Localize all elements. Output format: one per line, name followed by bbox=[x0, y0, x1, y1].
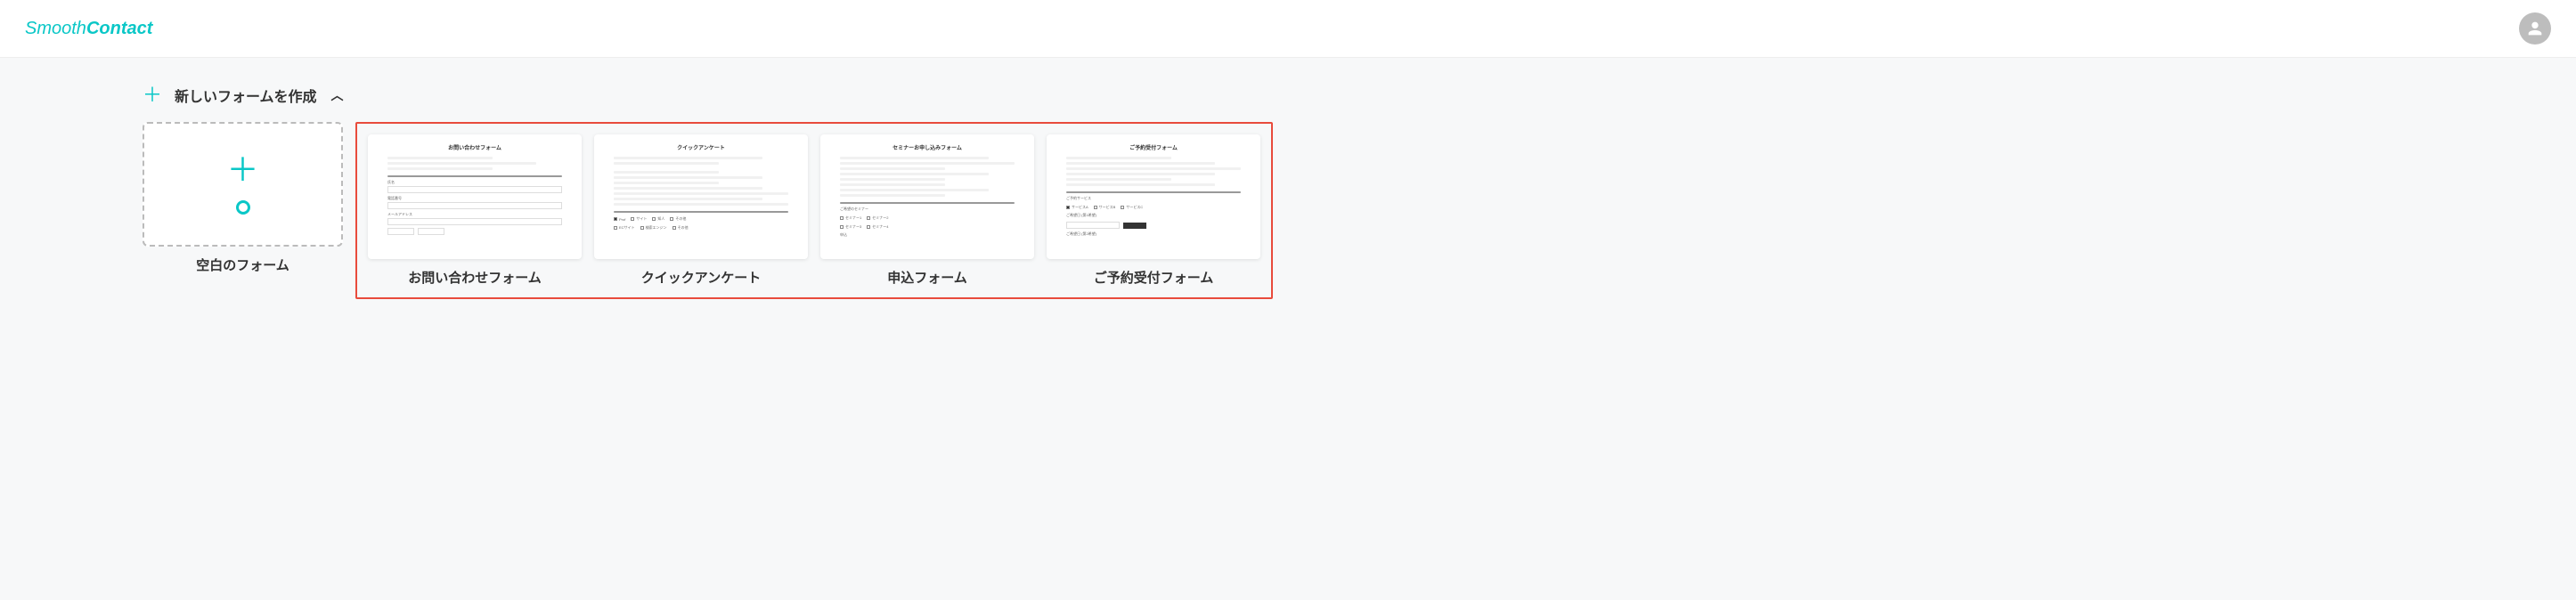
main-content: ＋ 新しいフォームを作成 ︿ ＋ 空白のフォーム お問い合わせフォーム 氏名 bbox=[0, 58, 2576, 335]
template-item-reservation: ご予約受付フォーム ご予約サービス サービスA サービスB サービスC ご希望日… bbox=[1047, 134, 1260, 287]
app-logo[interactable]: SmoothContact bbox=[25, 19, 152, 39]
template-thumb-contact[interactable]: お問い合わせフォーム 氏名 電話番号 メールアドレス bbox=[368, 134, 582, 259]
section-title-text: 新しいフォームを作成 bbox=[175, 85, 317, 106]
template-item-application: セミナーお申し込みフォーム ご希望のセミナー セミナー1 セミナー2 bbox=[820, 134, 1034, 287]
user-avatar[interactable] bbox=[2519, 12, 2551, 45]
template-label: 申込フォーム bbox=[820, 268, 1034, 287]
thumb-title: セミナーお申し込みフォーム bbox=[840, 143, 1015, 151]
plus-icon: ＋ bbox=[226, 154, 258, 186]
blank-form-card[interactable]: ＋ bbox=[143, 122, 343, 247]
template-label: クイックアンケート bbox=[594, 268, 808, 287]
plus-icon: ＋ bbox=[143, 85, 162, 105]
template-thumb-reservation[interactable]: ご予約受付フォーム ご予約サービス サービスA サービスB サービスC ご希望日… bbox=[1047, 134, 1260, 259]
blank-form-label: 空白のフォーム bbox=[143, 255, 343, 274]
logo-text-1: Smooth bbox=[25, 19, 86, 38]
user-icon bbox=[2525, 19, 2545, 38]
template-item-contact: お問い合わせフォーム 氏名 電話番号 メールアドレス お問い合わせフォーム bbox=[368, 134, 582, 287]
template-label: お問い合わせフォーム bbox=[368, 268, 582, 287]
template-thumb-survey[interactable]: クイックアンケート Prof サイト 知人 bbox=[594, 134, 808, 259]
logo-text-2: Contact bbox=[86, 19, 152, 38]
templates-highlighted-box: お問い合わせフォーム 氏名 電話番号 メールアドレス お問い合わせフォーム bbox=[355, 122, 1273, 299]
radio-selected-icon bbox=[236, 200, 250, 215]
template-cards-row: ＋ 空白のフォーム お問い合わせフォーム 氏名 電話番号 メールアドレス bbox=[143, 122, 2433, 299]
template-thumb-application[interactable]: セミナーお申し込みフォーム ご希望のセミナー セミナー1 セミナー2 bbox=[820, 134, 1034, 259]
app-header: SmoothContact bbox=[0, 0, 2576, 58]
thumb-title: お問い合わせフォーム bbox=[387, 143, 562, 151]
thumb-title: ご予約受付フォーム bbox=[1066, 143, 1241, 151]
thumb-title: クイックアンケート bbox=[614, 143, 788, 151]
template-item-survey: クイックアンケート Prof サイト 知人 bbox=[594, 134, 808, 287]
template-label: ご予約受付フォーム bbox=[1047, 268, 1260, 287]
chevron-up-icon: ︿ bbox=[331, 86, 344, 104]
create-form-section-header[interactable]: ＋ 新しいフォームを作成 ︿ bbox=[143, 79, 2433, 122]
blank-form-wrapper: ＋ 空白のフォーム bbox=[143, 122, 343, 274]
